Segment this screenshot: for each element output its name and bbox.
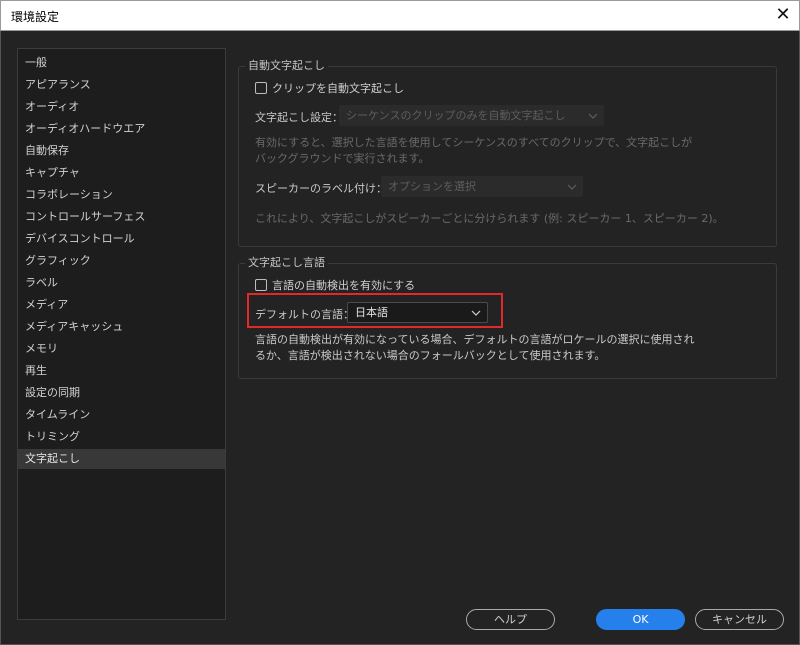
sidebar-item[interactable]: コントロールサーフェス [18, 207, 225, 227]
speaker-label: スピーカーのラベル付け： [255, 182, 387, 195]
help-button[interactable]: ヘルプ [466, 609, 555, 630]
sidebar-item[interactable]: オーディオハードウエア [18, 119, 225, 139]
auto-transcribe-checkbox-label: クリップを自動文字起こし [272, 82, 404, 95]
sidebar-item[interactable]: 自動保存 [18, 141, 225, 161]
ok-button[interactable]: OK [596, 609, 685, 630]
transcribe-setting-label: 文字起こし設定： [255, 111, 343, 124]
auto-transcribe-description: 有効にすると、選択した言語を使用してシーケンスのすべてのクリップで、文字起こしが… [255, 136, 693, 165]
transcribe-language-description: 言語の自動検出が有効になっている場合、デフォルトの言語がロケールの選択に使用され… [255, 333, 695, 362]
sidebar-item[interactable]: グラフィック [18, 251, 225, 271]
sidebar-item[interactable]: アピアランス [18, 75, 225, 95]
sidebar-item[interactable]: 設定の同期 [18, 383, 225, 403]
sidebar-item[interactable]: デバイスコントロール [18, 229, 225, 249]
highlight-box [247, 293, 503, 328]
auto-detect-checkbox[interactable] [255, 279, 267, 291]
auto-detect-checkbox-row[interactable]: 言語の自動検出を有効にする [255, 277, 415, 293]
auto-transcribe-group: 自動文字起こし クリップを自動文字起こし 文字起こし設定： シーケンスのクリップ… [238, 59, 777, 247]
auto-detect-checkbox-label: 言語の自動検出を有効にする [272, 279, 416, 292]
close-icon[interactable]: ✕ [767, 1, 799, 31]
sidebar-item[interactable]: 文字起こし [18, 449, 225, 469]
transcribe-setting-value: シーケンスのクリップのみを自動文字起こし [346, 109, 566, 122]
auto-transcribe-legend: 自動文字起こし [245, 59, 328, 73]
sidebar-item[interactable]: メディア [18, 295, 225, 315]
dialog-body: 一般 アピアランス オーディオ オーディオハードウエア 自動保存 キャプチャ コラボレーショ… [0, 31, 800, 645]
transcribe-setting-select[interactable]: シーケンスのクリップのみを自動文字起こし [339, 105, 604, 126]
sidebar-item[interactable]: 再生 [18, 361, 225, 381]
sidebar-item[interactable]: コラボレーション [18, 185, 225, 205]
cancel-button[interactable]: キャンセル [695, 609, 784, 630]
sidebar-item[interactable]: オーディオ [18, 97, 225, 117]
sidebar-item[interactable]: キャプチャ [18, 163, 225, 183]
sidebar-item[interactable]: トリミング [18, 427, 225, 447]
auto-transcribe-checkbox-row[interactable]: クリップを自動文字起こし [255, 80, 404, 96]
transcribe-language-legend: 文字起こし言語 [245, 256, 328, 270]
sidebar-item[interactable]: メモリ [18, 339, 225, 359]
chevron-down-icon [588, 105, 598, 126]
chevron-down-icon [567, 176, 577, 197]
speaker-select[interactable]: オプションを選択 [381, 176, 583, 197]
sidebar-item[interactable]: 一般 [18, 53, 225, 73]
window-title: 環境設定 [11, 10, 60, 24]
sidebar-item[interactable]: タイムライン [18, 405, 225, 425]
auto-transcribe-checkbox[interactable] [255, 82, 267, 94]
speaker-note: これにより、文字起こしがスピーカーごとに分けられます (例: スピーカー 1、ス… [255, 212, 724, 225]
sidebar: 一般 アピアランス オーディオ オーディオハードウエア 自動保存 キャプチャ コラボレーショ… [17, 48, 226, 620]
sidebar-item[interactable]: メディアキャッシュ [18, 317, 225, 337]
sidebar-item[interactable]: ラベル [18, 273, 225, 293]
speaker-value: オプションを選択 [388, 180, 476, 193]
title-bar: 環境設定 ✕ [0, 0, 800, 31]
